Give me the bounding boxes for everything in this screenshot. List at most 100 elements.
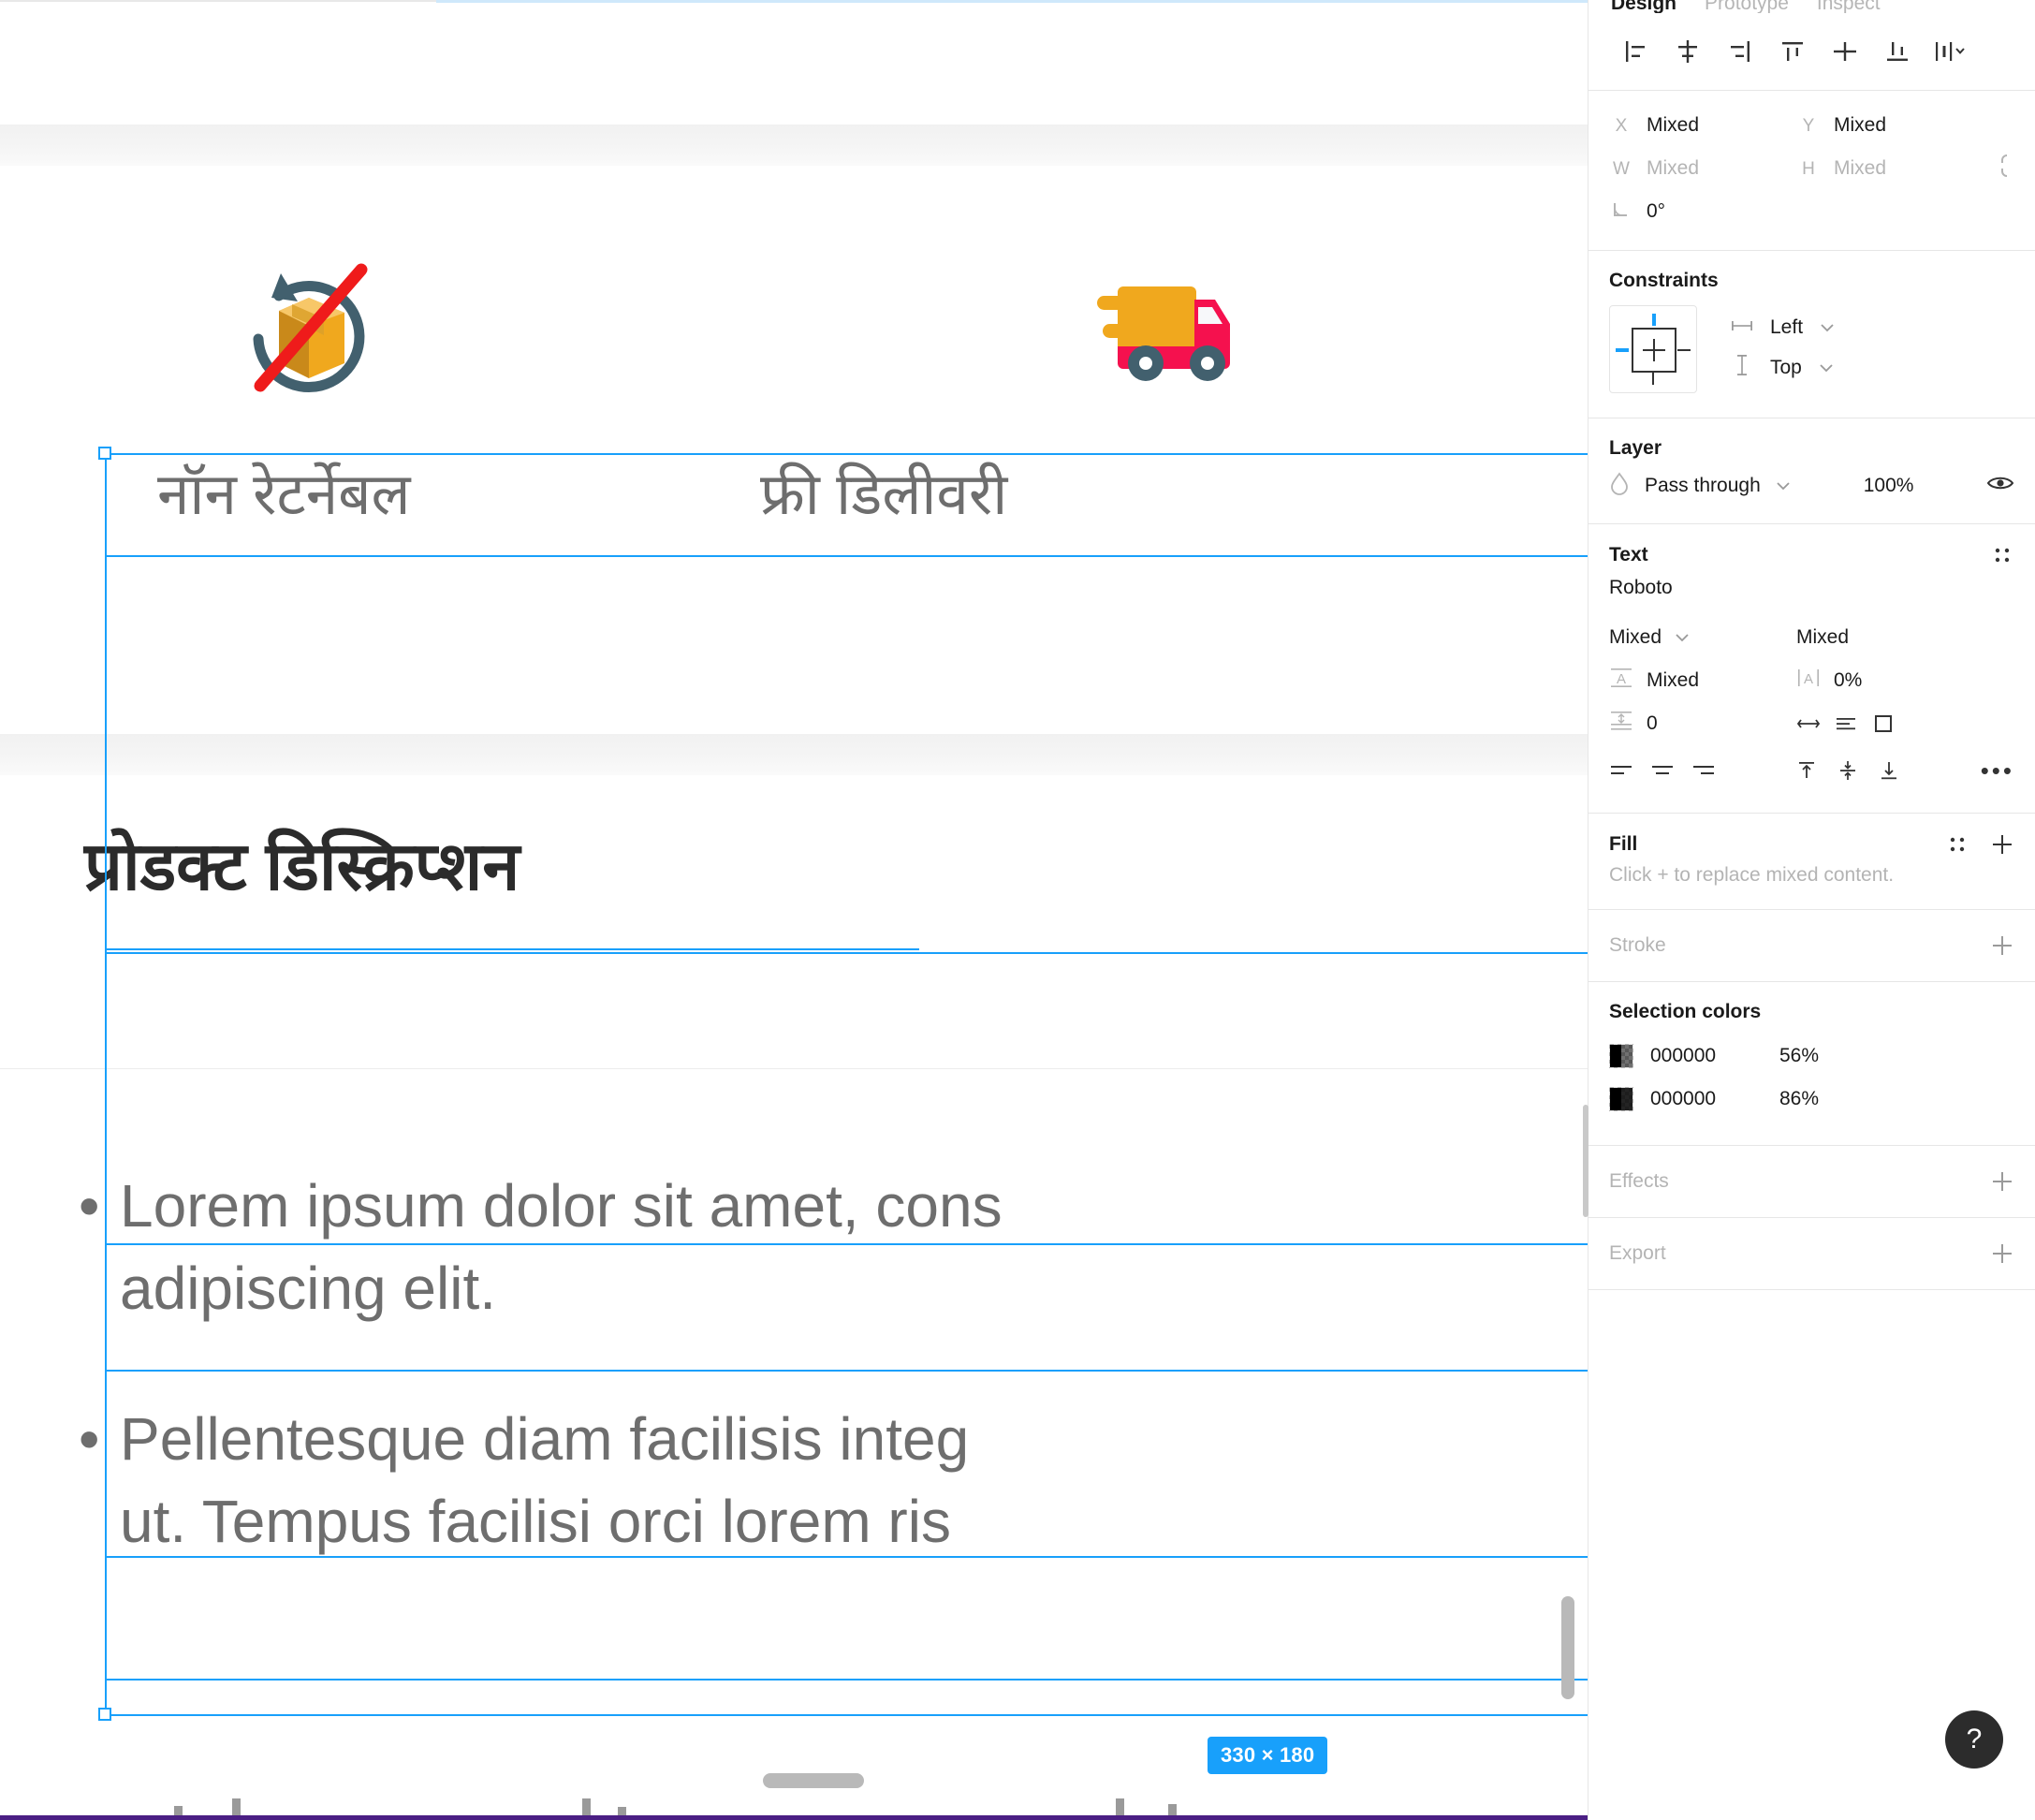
font-family-value[interactable]: Roboto [1609,577,2014,599]
help-button[interactable]: ? [1945,1710,2003,1769]
chevron-down-icon[interactable] [1776,476,1791,496]
color-hex: 000000 [1650,1088,1717,1109]
selection-color-row[interactable]: 000000 56% [1609,1035,2014,1078]
constraint-tick-bottom[interactable] [1652,373,1654,385]
selection-handle-bottom-left[interactable] [98,1708,111,1721]
visibility-eye-icon[interactable] [1986,474,2014,498]
color-opacity: 56% [1779,1045,1820,1066]
selection-text-row-4 [105,1370,1588,1372]
chevron-down-icon[interactable] [1820,317,1835,338]
line-height-field[interactable]: A Mixed [1609,666,1796,696]
auto-width-icon[interactable] [1796,712,1821,736]
transform-section: X Mixed Y Mixed W Mixed H Mixed 0° [1588,91,2035,250]
constraint-tick-left[interactable] [1616,348,1629,352]
distribute-icon[interactable] [1924,25,1976,78]
vertical-constraint-icon [1731,354,1753,382]
font-size-field[interactable]: Mixed [1796,626,1984,649]
color-swatch[interactable] [1609,1044,1633,1068]
align-text-bottom-icon[interactable] [1877,758,1901,783]
stroke-title: Stroke [1609,934,1666,956]
x-field[interactable]: X Mixed [1609,114,1796,137]
height-field[interactable]: H Mixed [1796,157,1984,180]
paragraph-row: 0 [1609,702,2014,745]
layer-opacity-value[interactable]: 100% [1864,475,1914,497]
panel-scrollbar[interactable] [1583,1105,1588,1217]
letter-spacing-field[interactable]: A 0% [1796,666,1984,696]
align-top-icon[interactable] [1766,25,1819,78]
blend-mode-value[interactable]: Pass through [1645,475,1761,497]
horizontal-constraint-icon [1731,317,1753,338]
tab-prototype[interactable]: Prototype [1705,0,1789,13]
add-effect-icon[interactable] [1990,1169,2014,1194]
constraint-tick-top[interactable] [1652,314,1656,326]
horizontal-align-group [1609,758,1794,783]
constraint-vertical-value: Top [1770,357,1802,378]
text-align-right-icon[interactable] [1691,758,1716,783]
blend-mode-icon [1609,471,1630,501]
bullet-line: Lorem ipsum dolor sit amet, cons [120,1172,1003,1240]
auto-height-icon[interactable] [1834,712,1858,736]
text-align-left-icon[interactable] [1609,758,1633,783]
align-vertical-center-icon[interactable] [1819,25,1871,78]
feature-no-return[interactable] [223,253,395,403]
font-style-value: Mixed [1609,626,1662,648]
chevron-down-icon[interactable] [1819,358,1834,378]
add-stroke-icon[interactable] [1990,933,2014,958]
align-right-icon[interactable] [1714,25,1766,78]
canvas-vertical-scrollbar[interactable] [1561,1596,1574,1699]
align-bottom-icon[interactable] [1871,25,1924,78]
paragraph-spacing-field[interactable]: 0 [1609,709,1796,739]
feature-free-delivery[interactable] [1067,253,1239,403]
tab-design[interactable]: Design [1611,0,1676,13]
constraints-title: Constraints [1609,270,1719,291]
color-opacity: 86% [1779,1088,1820,1109]
constraint-plus-v [1653,339,1655,361]
constraint-tick-right[interactable] [1677,349,1691,351]
chevron-down-icon[interactable] [1675,627,1690,648]
add-fill-icon[interactable] [1990,832,2014,857]
resizing-options [1796,712,1984,736]
bottom-text-fragment [618,1807,626,1815]
export-title: Export [1609,1242,1666,1264]
selection-handle-top-left[interactable] [98,447,111,460]
width-field[interactable]: W Mixed [1609,157,1796,180]
constraint-horizontal-select[interactable]: Left [1731,316,1835,339]
align-text-middle-icon[interactable] [1836,758,1860,783]
y-field[interactable]: Y Mixed [1796,114,1984,137]
selection-color-row[interactable]: 000000 86% [1609,1078,2014,1121]
selection-text-row-5 [105,1556,1588,1558]
color-swatch[interactable] [1609,1087,1633,1111]
design-properties-panel: Design Prototype Inspect X Mixed Y Mixed… [1583,0,2035,1820]
bullet-line: Pellentesque diam facilisis integ [120,1405,970,1473]
h-label: H [1802,158,1815,179]
canvas-horizontal-scrollbar[interactable] [763,1773,864,1788]
fixed-size-icon[interactable] [1871,712,1896,736]
bullet-dot: • [79,1172,100,1240]
fill-styles-icon[interactable] [1945,832,1969,857]
selection-text-baseline-1 [105,555,1588,557]
canvas-top-selection-edge [436,0,1588,3]
text-align-row: ••• [1609,745,2014,796]
constraint-vertical-select[interactable]: Top [1731,354,1835,382]
text-more-options-icon[interactable]: ••• [1981,758,2014,783]
text-align-center-icon[interactable] [1650,758,1675,783]
svg-text:A: A [1804,671,1813,687]
selection-colors-body: 000000 56% 000000 86% [1588,1031,2035,1145]
bullet-line: adipiscing elit. [120,1254,496,1322]
align-left-icon[interactable] [1609,25,1662,78]
bottom-text-fragment [1168,1804,1177,1815]
design-canvas[interactable]: नॉन रेटर्नेबल फ्री डिलीवरी प्रोडक्ट डिस्… [0,0,1588,1820]
font-style-field[interactable]: Mixed [1609,626,1796,649]
paragraph-spacing-icon [1609,709,1633,739]
x-value: Mixed [1647,114,1700,136]
bottom-text-fragment [582,1798,591,1815]
add-export-icon[interactable] [1990,1241,2014,1266]
lock-aspect-ratio-icon[interactable] [1994,152,2014,185]
constraint-grid[interactable] [1609,305,1697,393]
tab-inspect[interactable]: Inspect [1817,0,1881,13]
align-horizontal-center-icon[interactable] [1662,25,1714,78]
align-text-top-icon[interactable] [1794,758,1819,783]
rotation-field[interactable]: 0° [1609,200,1796,223]
text-styles-icon[interactable] [1990,543,2014,567]
align-toolbar [1588,13,2035,90]
